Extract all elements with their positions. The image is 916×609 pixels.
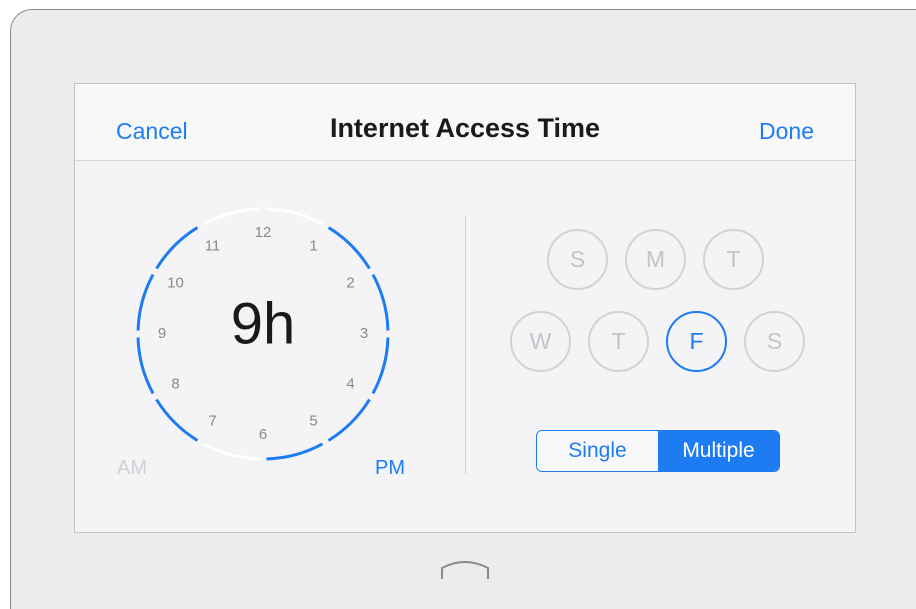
hour-label-9: 9: [158, 325, 166, 342]
day-button-0[interactable]: S: [547, 229, 608, 290]
hour-label-7: 7: [208, 412, 216, 429]
hour-label-8: 8: [171, 375, 179, 392]
hour-label-6: 6: [259, 426, 267, 443]
hour-segment-5[interactable]: [266, 442, 324, 461]
hour-label-11: 11: [205, 237, 221, 254]
hour-segment-6[interactable]: [202, 442, 260, 461]
hour-segment-10[interactable]: [155, 226, 199, 270]
day-button-5[interactable]: F: [666, 311, 727, 372]
hour-segment-11[interactable]: [202, 207, 260, 226]
pm-toggle[interactable]: PM: [375, 457, 405, 480]
hour-segment-7[interactable]: [155, 398, 199, 442]
day-button-3[interactable]: W: [510, 311, 571, 372]
multiple-mode-button[interactable]: Multiple: [658, 431, 779, 471]
hour-segment-8[interactable]: [136, 337, 155, 395]
duration-value: 9h: [231, 291, 296, 356]
day-button-1[interactable]: M: [625, 229, 686, 290]
hour-label-12: 12: [255, 224, 272, 241]
hour-segment-1[interactable]: [327, 226, 371, 270]
day-button-4[interactable]: T: [588, 311, 649, 372]
hour-label-5: 5: [309, 412, 317, 429]
hour-segment-9[interactable]: [136, 273, 155, 331]
hour-label-4: 4: [346, 375, 354, 392]
divider: [465, 216, 466, 474]
hour-segment-12[interactable]: [266, 207, 324, 226]
mode-segmented-control[interactable]: Single Multiple: [536, 430, 780, 472]
hour-segment-2[interactable]: [371, 273, 390, 331]
hour-label-3: 3: [360, 325, 368, 342]
hour-label-1: 1: [309, 237, 317, 254]
hour-label-2: 2: [346, 274, 354, 291]
day-button-6[interactable]: S: [744, 311, 805, 372]
app-screen: Cancel Internet Access Time Done 12 1 2 3 4 5…: [74, 83, 856, 533]
hour-segment-3[interactable]: [371, 337, 390, 395]
day-button-2[interactable]: T: [703, 229, 764, 290]
home-button-icon[interactable]: [440, 558, 490, 580]
single-mode-button[interactable]: Single: [537, 431, 658, 471]
hour-label-10: 10: [167, 274, 184, 291]
am-toggle[interactable]: AM: [117, 457, 147, 480]
done-button[interactable]: Done: [759, 118, 814, 145]
hour-segment-4[interactable]: [327, 398, 371, 442]
